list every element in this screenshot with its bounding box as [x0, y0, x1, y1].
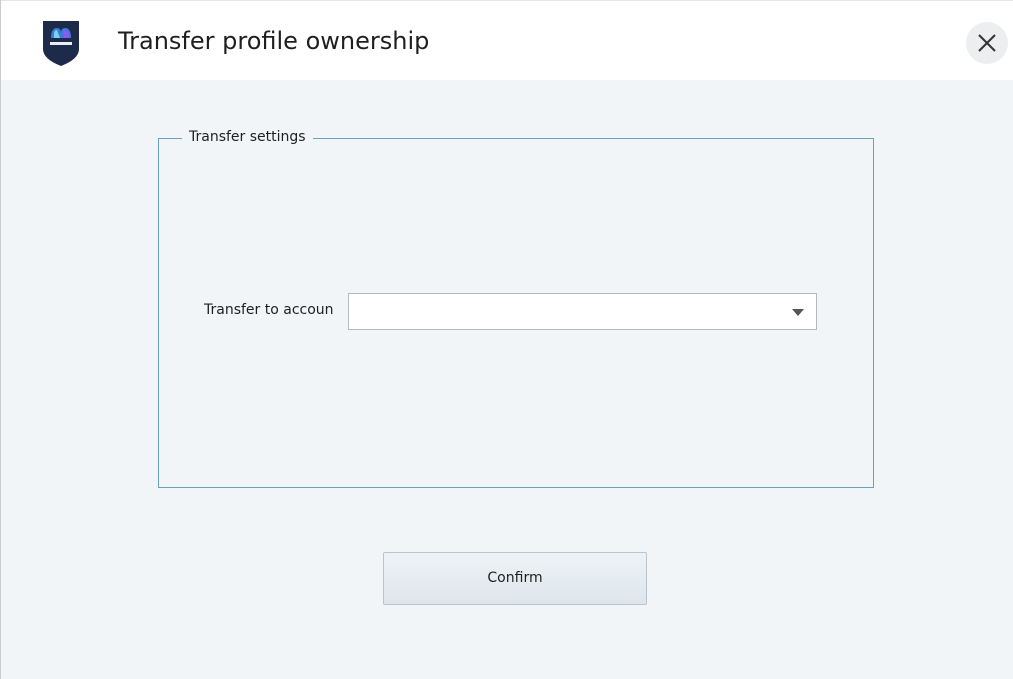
confirm-button[interactable]: Confirm: [383, 552, 647, 605]
dialog-title: Transfer profile ownership: [118, 27, 430, 55]
chevron-down-icon[interactable]: [792, 309, 804, 316]
app-logo-icon: [40, 18, 82, 68]
transfer-settings-legend: Transfer settings: [182, 129, 313, 145]
close-button[interactable]: [966, 22, 1008, 64]
title-bar: Transfer profile ownership: [1, 0, 1013, 80]
transfer-account-label: Transfer to accoun: [204, 302, 334, 318]
transfer-dialog: Transfer profile ownership Transfer sett…: [0, 0, 1013, 679]
transfer-account-dropdown[interactable]: [348, 293, 817, 330]
close-icon: [978, 34, 996, 52]
